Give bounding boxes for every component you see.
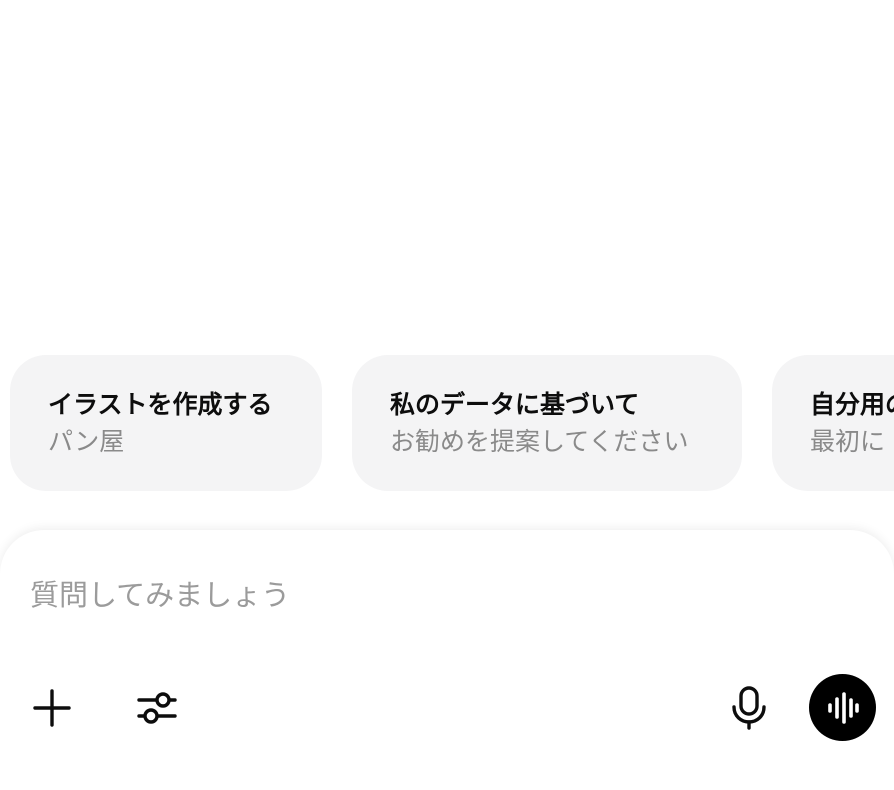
suggestion-card-create-illustration[interactable]: イラストを作成する パン屋: [10, 355, 322, 491]
plus-icon: [33, 689, 71, 727]
suggestion-title: 自分用の: [810, 390, 894, 419]
microphone-icon: [732, 686, 766, 730]
suggestion-card-personal[interactable]: 自分用の 最初に: [772, 355, 894, 491]
composer-panel: [0, 530, 894, 790]
add-attachment-button[interactable]: [24, 680, 80, 736]
tools-button[interactable]: [129, 680, 185, 736]
dictation-button[interactable]: [721, 680, 777, 736]
sliders-icon: [137, 692, 177, 724]
suggestion-subtitle: お勧めを提案してください: [390, 427, 689, 456]
voice-mode-button[interactable]: [809, 674, 876, 741]
suggestion-subtitle: 最初に: [810, 427, 886, 456]
prompt-input[interactable]: [30, 570, 790, 620]
audio-waveform-icon: [827, 691, 859, 724]
suggestion-subtitle: パン屋: [48, 427, 125, 456]
suggestion-card-recommendations[interactable]: 私のデータに基づいて お勧めを提案してください: [352, 355, 742, 491]
suggestion-title: イラストを作成する: [48, 390, 273, 419]
suggestion-carousel[interactable]: イラストを作成する パン屋 私のデータに基づいて お勧めを提案してください 自分…: [0, 355, 894, 491]
suggestion-title: 私のデータに基づいて: [390, 390, 640, 419]
